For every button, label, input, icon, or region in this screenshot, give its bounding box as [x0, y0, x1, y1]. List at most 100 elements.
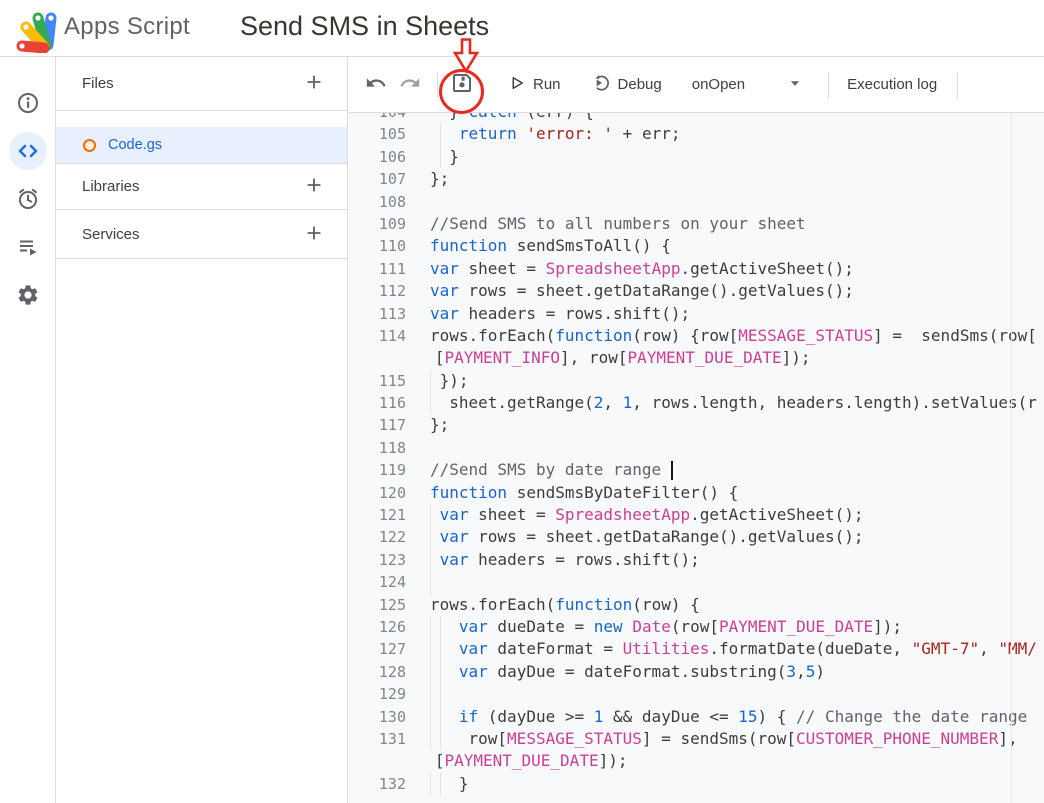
- code-row: [PAYMENT_DUE_DATE]);: [349, 750, 1044, 772]
- sidebar-item-triggers[interactable]: [0, 175, 56, 223]
- files-panel-header: Files: [56, 57, 347, 111]
- apps-script-logo-icon: [10, 5, 58, 58]
- text-cursor: [671, 461, 673, 480]
- add-library-button[interactable]: [301, 172, 327, 201]
- line-number: 122: [349, 526, 430, 548]
- code-row: 116 sheet.getRange(2, 1, rows.length, he…: [349, 392, 1044, 414]
- indent-guide: [430, 370, 440, 392]
- code-row: 124: [349, 571, 1044, 593]
- line-number: 130: [349, 706, 430, 728]
- sidebar-item-executions[interactable]: [0, 223, 56, 271]
- line-number: 125: [349, 594, 430, 616]
- line-number: 127: [349, 638, 430, 660]
- apps-script-window: Apps Script Send SMS in Sheets: [0, 0, 1044, 803]
- code-row: 106 }: [349, 146, 1044, 168]
- undo-button[interactable]: [361, 68, 391, 102]
- code-row: 122var rows = sheet.getDataRange().getVa…: [349, 526, 1044, 548]
- line-number: 117: [349, 414, 430, 436]
- play-icon: [508, 74, 526, 96]
- code-row: 125rows.forEach(function(row) {: [349, 594, 1044, 616]
- indent-guide: [440, 661, 450, 683]
- line-number: [349, 347, 430, 369]
- sidebar-item-overview[interactable]: [0, 79, 56, 127]
- code-icon: [9, 132, 47, 170]
- indent-guide: [440, 146, 450, 168]
- indent-guide: [440, 616, 450, 638]
- code-row: 115});: [349, 370, 1044, 392]
- line-number: 114: [349, 325, 430, 347]
- code-row: 105 return 'error: ' + err;: [349, 123, 1044, 145]
- indent-guide: [430, 571, 440, 593]
- line-number: 113: [349, 303, 430, 325]
- code-row: 126 var dueDate = new Date(row[PAYMENT_D…: [349, 616, 1044, 638]
- indent-guide: [430, 773, 440, 795]
- code-row: 109//Send SMS to all numbers on your she…: [349, 213, 1044, 235]
- indent-guide: [440, 638, 450, 660]
- run-label: Run: [533, 76, 561, 93]
- info-icon: [9, 84, 47, 122]
- line-number: 129: [349, 683, 430, 705]
- code-row: 107};: [349, 168, 1044, 190]
- run-button[interactable]: Run: [504, 70, 565, 100]
- code-row: 120function sendSmsByDateFilter() {: [349, 482, 1044, 504]
- line-number: 123: [349, 549, 430, 571]
- code-row: 111var sheet = SpreadsheetApp.getActiveS…: [349, 258, 1044, 280]
- section-libraries: Libraries: [56, 163, 347, 209]
- line-number: 108: [349, 191, 430, 213]
- line-number: [349, 750, 430, 772]
- indent-guide: [430, 392, 440, 414]
- toolbar-divider: [437, 72, 438, 98]
- line-number: 111: [349, 258, 430, 280]
- files-panel-title: Files: [82, 75, 301, 92]
- code-row: 127 var dateFormat = Utilities.formatDat…: [349, 638, 1044, 660]
- code-row: 132 }: [349, 773, 1044, 795]
- section-label-libraries: Libraries: [82, 178, 301, 195]
- line-number: 131: [349, 728, 430, 750]
- line-number: 126: [349, 616, 430, 638]
- indent-guide: [430, 616, 440, 638]
- line-number: 107: [349, 168, 430, 190]
- plus-icon: [303, 174, 325, 199]
- file-name: Code.gs: [108, 137, 162, 153]
- code-row: 104 } catch (err) {: [349, 113, 1044, 123]
- indent-guide: [430, 683, 440, 705]
- unsaved-changes-dot-icon: [83, 139, 96, 152]
- plus-icon: [303, 222, 325, 247]
- code-row: 128 var dayDue = dateFormat.substring(3,…: [349, 661, 1044, 683]
- sidebar-item-editor[interactable]: [0, 127, 56, 175]
- redo-button[interactable]: [395, 68, 425, 102]
- app-name: Apps Script: [64, 13, 190, 41]
- line-number: 116: [349, 392, 430, 414]
- file-row-code-gs[interactable]: Code.gs: [56, 127, 347, 163]
- line-number: 118: [349, 437, 430, 459]
- app-header: Apps Script Send SMS in Sheets: [0, 0, 1044, 57]
- add-file-button[interactable]: [301, 69, 327, 98]
- line-number: 110: [349, 235, 430, 257]
- line-number: 128: [349, 661, 430, 683]
- code-row: 121var sheet = SpreadsheetApp.getActiveS…: [349, 504, 1044, 526]
- line-number: 121: [349, 504, 430, 526]
- files-panel: Files Code.gs Libraries Services: [56, 57, 348, 803]
- indent-guide: [430, 706, 440, 728]
- debug-button[interactable]: Debug: [587, 69, 666, 101]
- function-select[interactable]: onOpen: [688, 72, 806, 98]
- indent-guide: [430, 526, 440, 548]
- gear-icon: [9, 276, 47, 314]
- line-number: 104: [349, 113, 430, 123]
- sidebar-item-settings[interactable]: [0, 271, 56, 319]
- indent-guide: [430, 661, 440, 683]
- plus-icon: [303, 71, 325, 96]
- debug-icon: [591, 73, 611, 97]
- code-row: [PAYMENT_INFO], row[PAYMENT_DUE_DATE]);: [349, 347, 1044, 369]
- indent-guide: [440, 728, 450, 750]
- code-row: 130 if (dayDue >= 1 && dayDue <= 15) { /…: [349, 706, 1044, 728]
- code-editor[interactable]: 104 } catch (err) {105 return 'error: ' …: [349, 113, 1044, 803]
- indent-guide: [430, 504, 440, 526]
- indent-guide: [440, 773, 450, 795]
- execution-log-button[interactable]: Execution log: [843, 72, 941, 97]
- add-service-button[interactable]: [301, 220, 327, 249]
- code-row: 129: [349, 683, 1044, 705]
- section-services: Services: [56, 209, 347, 258]
- line-number: 112: [349, 280, 430, 302]
- panel-divider: [56, 258, 347, 259]
